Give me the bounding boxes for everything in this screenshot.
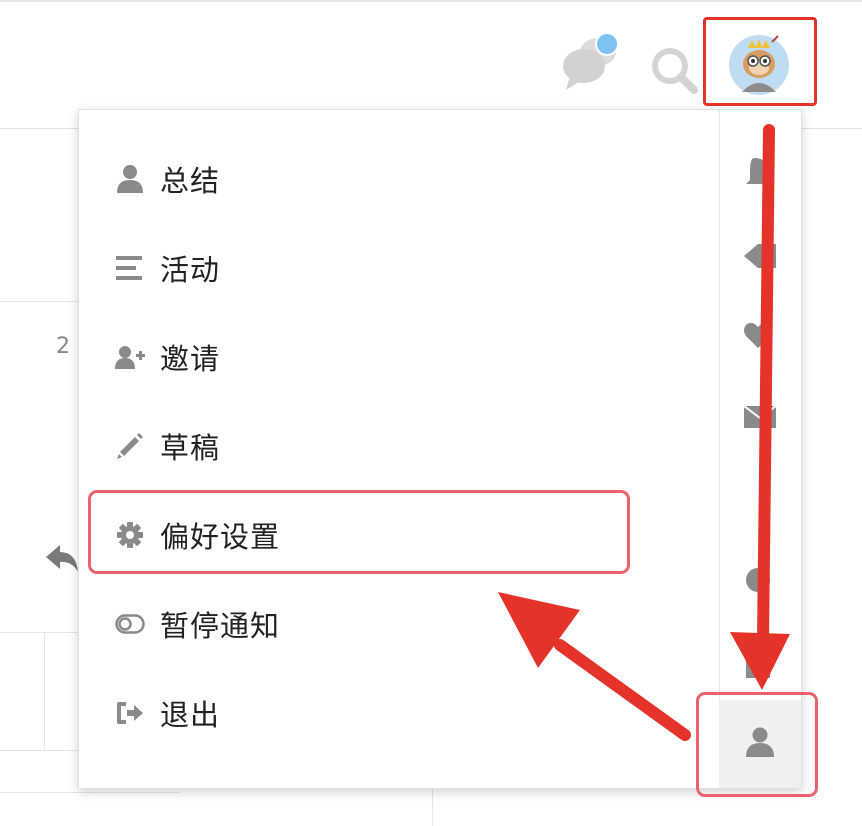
menu-item-activity[interactable]: 活动	[115, 245, 220, 291]
highlight-preferences-box	[88, 490, 630, 574]
menu-item-label: 退出	[160, 698, 221, 732]
background-divider	[44, 632, 45, 750]
square-icon	[736, 650, 780, 690]
menu-item-label: 活动	[160, 253, 221, 287]
bell-icon	[736, 154, 780, 194]
highlight-user-tab-box	[696, 692, 818, 797]
reply-icon	[42, 542, 78, 576]
pencil-icon	[115, 431, 145, 461]
user-menu-panel: 总结 活动 邀请 草稿 偏好设置 暂停通知 退出	[78, 109, 802, 789]
menu-item-drafts[interactable]: 草稿	[115, 423, 220, 469]
menu-item-logout[interactable]: 退出	[115, 690, 220, 736]
tab-square[interactable]	[736, 650, 780, 690]
envelope-icon	[736, 398, 780, 438]
menu-item-label: 邀请	[160, 342, 221, 376]
search-icon[interactable]	[646, 42, 702, 98]
background-divider	[0, 750, 78, 751]
menu-item-label: 暂停通知	[160, 609, 281, 643]
menu-item-label: 总结	[160, 164, 221, 198]
tab-tag[interactable]	[736, 238, 780, 278]
user-plus-icon	[115, 342, 145, 372]
background-divider	[432, 788, 433, 826]
user-icon	[115, 164, 145, 194]
chat-bubble-icon[interactable]	[560, 30, 622, 92]
heart-icon	[736, 316, 780, 356]
tab-bell[interactable]	[736, 154, 780, 194]
background-divider	[0, 632, 78, 633]
toggle-icon	[115, 609, 145, 639]
circle-icon	[736, 562, 780, 602]
menu-item-invite[interactable]: 邀请	[115, 334, 220, 380]
tab-messages[interactable]	[736, 398, 780, 438]
background-text: 2	[56, 334, 70, 359]
notification-dot	[597, 34, 617, 54]
panel-divider	[719, 110, 720, 788]
background-divider	[0, 792, 180, 793]
sign-out-icon	[115, 698, 145, 728]
menu-item-summary[interactable]: 总结	[115, 156, 220, 202]
highlight-avatar-box	[703, 17, 817, 106]
tab-heart[interactable]	[736, 316, 780, 356]
tag-icon	[736, 238, 780, 278]
tab-circle[interactable]	[736, 562, 780, 602]
menu-item-pause-notifications[interactable]: 暂停通知	[115, 601, 280, 647]
background-divider	[0, 301, 78, 302]
list-icon	[115, 253, 145, 283]
menu-item-label: 草稿	[160, 431, 221, 465]
